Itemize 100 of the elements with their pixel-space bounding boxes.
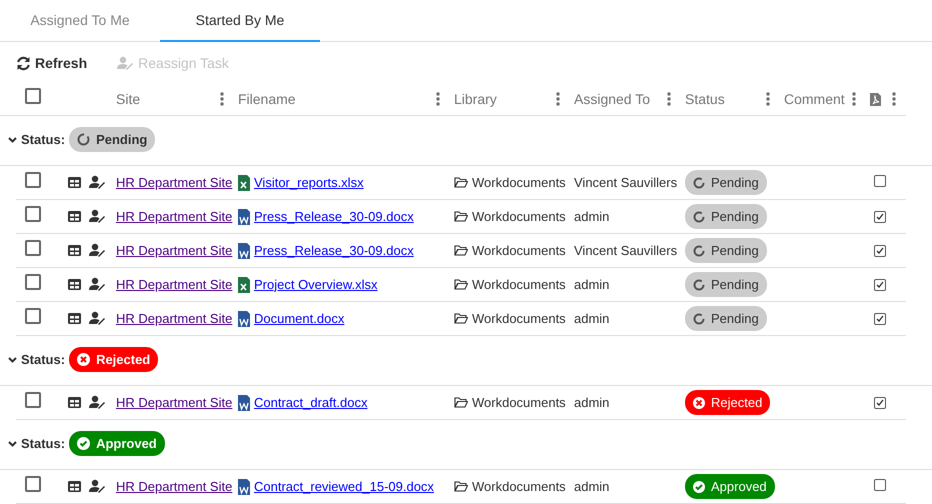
site-link[interactable]: HR Department Site — [116, 276, 232, 292]
library-name: Workdocuments — [472, 174, 566, 192]
status-badge: Pending — [685, 238, 767, 264]
tab[interactable]: Assigned To Me — [0, 0, 160, 42]
refresh-icon — [16, 56, 31, 70]
folder-icon — [454, 245, 468, 256]
row-checkbox[interactable] — [25, 172, 41, 188]
column-menu-icon[interactable] — [892, 92, 896, 106]
site-link[interactable]: HR Department Site — [116, 310, 232, 326]
library-name: Workdocuments — [472, 310, 566, 328]
status-badge: Pending — [685, 306, 767, 332]
folder-icon — [454, 481, 468, 492]
user-edit-icon[interactable] — [89, 209, 106, 224]
spinner-icon — [77, 133, 90, 146]
file-link[interactable]: Visitor_reports.xlsx — [254, 172, 364, 192]
spinner-icon — [693, 210, 705, 222]
library-name: Workdocuments — [472, 208, 566, 226]
column-header: Site — [116, 90, 140, 108]
table-icon[interactable] — [68, 397, 81, 408]
status-badge: Approved — [685, 474, 775, 500]
user-edit-icon[interactable] — [89, 311, 106, 326]
table-icon[interactable] — [68, 211, 81, 222]
chevron-icon[interactable] — [8, 355, 17, 364]
site-link[interactable]: HR Department Site — [116, 478, 232, 494]
assignee-name: admin — [574, 276, 610, 292]
row-checkbox[interactable] — [25, 392, 41, 408]
spinner-icon — [693, 176, 705, 188]
row-checkbox[interactable] — [25, 308, 41, 324]
site-link[interactable]: HR Department Site — [116, 174, 232, 190]
check-circle-icon — [77, 437, 90, 450]
column-header: Assigned To — [574, 90, 650, 109]
file-link[interactable]: Press_Release_30-09.docx — [254, 206, 414, 226]
spinner-icon — [693, 244, 705, 256]
table-icon[interactable] — [68, 245, 81, 256]
file-link[interactable]: Project Overview.xlsx — [254, 274, 378, 294]
pdf-checkbox[interactable] — [874, 174, 886, 187]
chevron-icon[interactable] — [8, 439, 17, 448]
folder-icon — [454, 177, 468, 188]
pdf-checkbox[interactable] — [874, 312, 886, 325]
user-edit-icon — [117, 56, 134, 70]
column-menu-icon[interactable] — [852, 92, 856, 106]
user-edit-icon[interactable] — [89, 395, 106, 410]
user-edit-icon[interactable] — [89, 479, 106, 494]
file-link[interactable]: Press_Release_30-09.docx — [254, 240, 414, 260]
error-icon — [77, 353, 90, 366]
table-icon[interactable] — [68, 279, 81, 290]
column-menu-icon[interactable] — [436, 92, 440, 106]
assignee-name: admin — [574, 310, 610, 326]
library-name: Workdocuments — [472, 394, 566, 412]
pdf-checkbox[interactable] — [874, 278, 886, 291]
file-link[interactable]: Document.docx — [254, 308, 344, 328]
status-badge: Pending — [69, 126, 156, 152]
folder-icon — [454, 397, 468, 408]
column-menu-icon[interactable] — [556, 92, 560, 106]
group-label: Status: — [21, 130, 66, 149]
group-label: Status: — [21, 434, 66, 453]
column-header: Filename — [238, 90, 296, 108]
user-edit-icon[interactable] — [89, 175, 106, 190]
user-edit-icon[interactable] — [89, 277, 106, 292]
file-link[interactable]: Contract_draft.docx — [254, 392, 368, 412]
folder-icon — [454, 211, 468, 222]
assignee-name: Vincent Sauvillers — [574, 242, 678, 258]
row-checkbox[interactable] — [25, 274, 41, 290]
column-header: Comment — [784, 90, 845, 108]
site-link[interactable]: HR Department Site — [116, 242, 232, 258]
spinner-icon — [693, 278, 705, 290]
error-icon — [693, 396, 705, 408]
column-menu-icon[interactable] — [220, 92, 224, 106]
pdf-checkbox[interactable] — [874, 244, 886, 257]
pdf-file-icon — [870, 92, 881, 106]
row-checkbox[interactable] — [25, 206, 41, 222]
site-link[interactable]: HR Department Site — [116, 394, 232, 410]
table-icon[interactable] — [68, 313, 81, 324]
library-name: Workdocuments — [472, 242, 566, 260]
folder-icon — [454, 279, 468, 290]
table-icon[interactable] — [68, 177, 81, 188]
status-badge: Pending — [685, 272, 767, 298]
pdf-checkbox[interactable] — [874, 396, 886, 409]
assignee-name: Vincent Sauvillers — [574, 174, 678, 190]
assignee-name: admin — [574, 208, 610, 224]
site-link[interactable]: HR Department Site — [116, 208, 232, 224]
status-badge: Rejected — [69, 346, 158, 372]
status-badge: Approved — [69, 430, 165, 456]
pdf-checkbox[interactable] — [874, 478, 886, 491]
library-name: Workdocuments — [472, 276, 566, 294]
spinner-icon — [693, 312, 705, 324]
tab[interactable]: Started By Me — [160, 0, 320, 42]
column-menu-icon[interactable] — [766, 92, 770, 106]
row-checkbox[interactable] — [25, 476, 41, 492]
assignee-name: admin — [574, 478, 610, 494]
refresh-button[interactable]: Refresh — [16, 52, 88, 74]
table-icon[interactable] — [68, 481, 81, 492]
row-checkbox[interactable] — [25, 240, 41, 256]
user-edit-icon[interactable] — [89, 243, 106, 258]
file-link[interactable]: Contract_reviewed_15-09.docx — [254, 476, 434, 496]
chevron-icon[interactable] — [8, 135, 17, 144]
pdf-checkbox[interactable] — [874, 210, 886, 223]
column-menu-icon[interactable] — [667, 92, 671, 106]
assignee-name: admin — [574, 394, 610, 410]
select-all-checkbox[interactable] — [25, 88, 41, 104]
